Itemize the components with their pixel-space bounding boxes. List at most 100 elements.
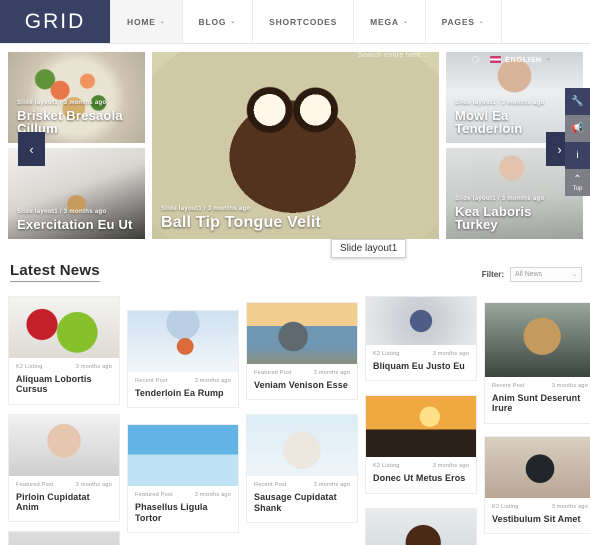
grid-column-3: Featured Post 3 months ago Veniam Veniso…: [246, 302, 358, 532]
card-thumbnail: [128, 425, 238, 487]
card-body: Featured Post 3 months ago Veniam Veniso…: [247, 364, 357, 399]
card-title: Veniam Venison Esse: [254, 380, 348, 390]
list-item[interactable]: K2 Listing 3 months ago Bliquam Eu Justo…: [365, 296, 477, 382]
page-title: Latest News: [10, 262, 100, 282]
language-switcher[interactable]: ENGLISH ⌄: [490, 55, 551, 64]
filter-selected-value: All News: [515, 271, 543, 278]
list-item[interactable]: Recent Post 3 months ago Tenderloin Ea R…: [127, 310, 239, 409]
list-item[interactable]: [365, 507, 477, 545]
utility-bar: ENGLISH ⌄: [466, 48, 582, 70]
card-meta: Recent Post 3 months ago: [135, 378, 231, 384]
card-meta: Recent Post 3 months ago: [254, 482, 350, 488]
chevron-down-icon: ⌄: [571, 272, 577, 278]
card-date: 3 months ago: [194, 492, 231, 499]
card-thumbnail: [366, 396, 476, 458]
card-body: Featured Post 3 months ago Phasellus Lig…: [128, 486, 238, 532]
list-item[interactable]: Featured Post 3 months ago Pirloin Cupid…: [8, 413, 120, 523]
slider-prev-button[interactable]: ‹: [18, 132, 45, 166]
card-date: 3 months ago: [551, 503, 588, 510]
page-root: GRID HOME ⌄ BLOG ⌄ SHORTCODES MEGA ⌄ PAG…: [0, 0, 590, 545]
filter-control: Filter: All News ⌄: [482, 267, 582, 282]
slide-caption: Slide layout1 / 3 months ago Kea Laboris…: [455, 196, 574, 232]
slide-caption: Slide layout1 / 3 months ago Ball Tip To…: [161, 206, 430, 232]
nav-label-home: HOME: [127, 16, 156, 27]
card-category: K2 Listing: [492, 503, 519, 510]
nav-label-pages: PAGES: [441, 16, 475, 27]
card-title: Bliquam Eu Justo Eu: [373, 361, 465, 371]
list-item[interactable]: Featured Post 3 months ago Veniam Veniso…: [246, 302, 358, 401]
grid-column-4: K2 Listing 3 months ago Bliquam Eu Justo…: [365, 296, 477, 545]
card-meta: Featured Post 3 months ago: [135, 492, 231, 498]
site-header: GRID HOME ⌄ BLOG ⌄ SHORTCODES MEGA ⌄ PAG…: [0, 0, 590, 44]
card-category: Featured Post: [16, 481, 54, 488]
scroll-top-button[interactable]: ⌃ Top: [565, 169, 590, 196]
card-meta: Featured Post 3 months ago: [254, 370, 350, 376]
card-category: Featured Post: [135, 492, 173, 499]
nav-label-mega: MEGA: [370, 16, 399, 27]
card-thumbnail: [366, 297, 476, 345]
slide-caption: Slide layout1 / 3 months ago Brisket Bre…: [17, 100, 136, 136]
wrench-icon[interactable]: 🔧: [565, 88, 590, 115]
nav-item-blog[interactable]: BLOG ⌄: [182, 0, 254, 43]
list-item[interactable]: [8, 531, 120, 545]
nav-item-shortcodes[interactable]: SHORTCODES: [253, 0, 355, 43]
card-date: 3 months ago: [194, 378, 231, 384]
card-date: 3 months ago: [432, 351, 469, 357]
card-meta: K2 Listing 3 months ago: [373, 351, 469, 357]
card-category: K2 Listing: [373, 351, 400, 357]
news-grid: K2 Listing 3 months ago Aliquam Lobortis…: [0, 296, 590, 545]
card-category: K2 Listing: [373, 463, 400, 470]
card-title: Anim Sunt Deserunt Irure: [492, 393, 581, 414]
card-date: 3 months ago: [432, 463, 469, 470]
card-category: Recent Post: [254, 482, 287, 489]
search-icon[interactable]: [466, 55, 484, 63]
card-title: Aliquam Lobortis Cursus: [16, 374, 92, 395]
grid-column-5: Recent Post 3 months ago Anim Sunt Deser…: [484, 302, 590, 545]
card-date: 3 months ago: [75, 364, 112, 370]
card-thumbnail: [247, 303, 357, 364]
card-meta: K2 Listing 3 months ago: [492, 504, 588, 510]
chevron-down-icon: ⌄: [230, 18, 237, 25]
slide-brisket-bresaola-cillum[interactable]: Slide layout1 / 3 months ago Brisket Bre…: [8, 52, 145, 143]
card-thumbnail: [485, 303, 590, 377]
chevron-up-icon: ⌃: [573, 173, 582, 185]
list-item[interactable]: K2 Listing 3 months ago Vestibulum Sit A…: [484, 435, 590, 535]
list-item[interactable]: Recent Post 3 months ago Sausage Cupidat…: [246, 414, 358, 524]
slide-meta: Slide layout1 / 3 months ago: [17, 99, 107, 106]
card-date: 3 months ago: [313, 482, 350, 489]
info-icon[interactable]: i: [565, 142, 590, 169]
card-title: Vestibulum Sit Amet: [492, 513, 581, 524]
slide-meta: Slide layout1 / 3 months ago: [455, 99, 545, 106]
filter-label: Filter:: [481, 270, 504, 279]
card-body: K2 Listing 3 months ago Donec Ut Metus E…: [366, 457, 476, 492]
card-thumbnail: [247, 415, 357, 477]
card-body: Recent Post 3 months ago Sausage Cupidat…: [247, 476, 357, 522]
list-item[interactable]: K2 Listing 3 months ago Aliquam Lobortis…: [8, 296, 120, 405]
nav-item-home[interactable]: HOME ⌄: [110, 0, 183, 43]
card-body: Featured Post 3 months ago Pirloin Cupid…: [9, 476, 119, 522]
card-thumbnail: [366, 508, 476, 545]
card-thumbnail: [9, 532, 119, 545]
card-meta: K2 Listing 3 months ago: [16, 364, 112, 370]
latest-news-header: Latest News Filter: All News ⌄: [0, 262, 590, 294]
slider-search-placeholder[interactable]: Search entire here...: [358, 52, 428, 59]
slide-title: Kea Laboris Turkey: [455, 203, 532, 233]
hero-slider: Slide layout1 / 3 months ago Brisket Bre…: [0, 45, 590, 248]
slide-caption: Slide layout1 / 3 months ago Exercitatio…: [17, 209, 136, 232]
card-title: Donec Ut Metus Eros: [373, 473, 466, 484]
chevron-down-icon: ⌄: [402, 18, 409, 25]
list-item[interactable]: K2 Listing 3 months ago Donec Ut Metus E…: [365, 395, 477, 494]
site-logo[interactable]: GRID: [0, 0, 110, 43]
nav-item-pages[interactable]: PAGES ⌄: [425, 0, 502, 43]
megaphone-icon[interactable]: 📢: [565, 115, 590, 142]
filter-select[interactable]: All News ⌄: [510, 267, 582, 282]
card-title: Tenderloin Ea Rump: [135, 388, 224, 398]
card-body: K2 Listing 3 months ago Vestibulum Sit A…: [485, 498, 590, 533]
card-body: K2 Listing 3 months ago Bliquam Eu Justo…: [366, 345, 476, 380]
slide-layout-tooltip: Slide layout1: [331, 239, 407, 258]
slide-caption: Slide layout1 / 3 months ago Mowl Ea Ten…: [455, 100, 574, 136]
nav-item-mega[interactable]: MEGA ⌄: [354, 0, 426, 43]
slide-ball-tip-tongue-velit[interactable]: Slide layout1 / 3 months ago Ball Tip To…: [152, 52, 439, 239]
list-item[interactable]: Recent Post 3 months ago Anim Sunt Deser…: [484, 302, 590, 424]
list-item[interactable]: Featured Post 3 months ago Phasellus Lig…: [127, 424, 239, 534]
